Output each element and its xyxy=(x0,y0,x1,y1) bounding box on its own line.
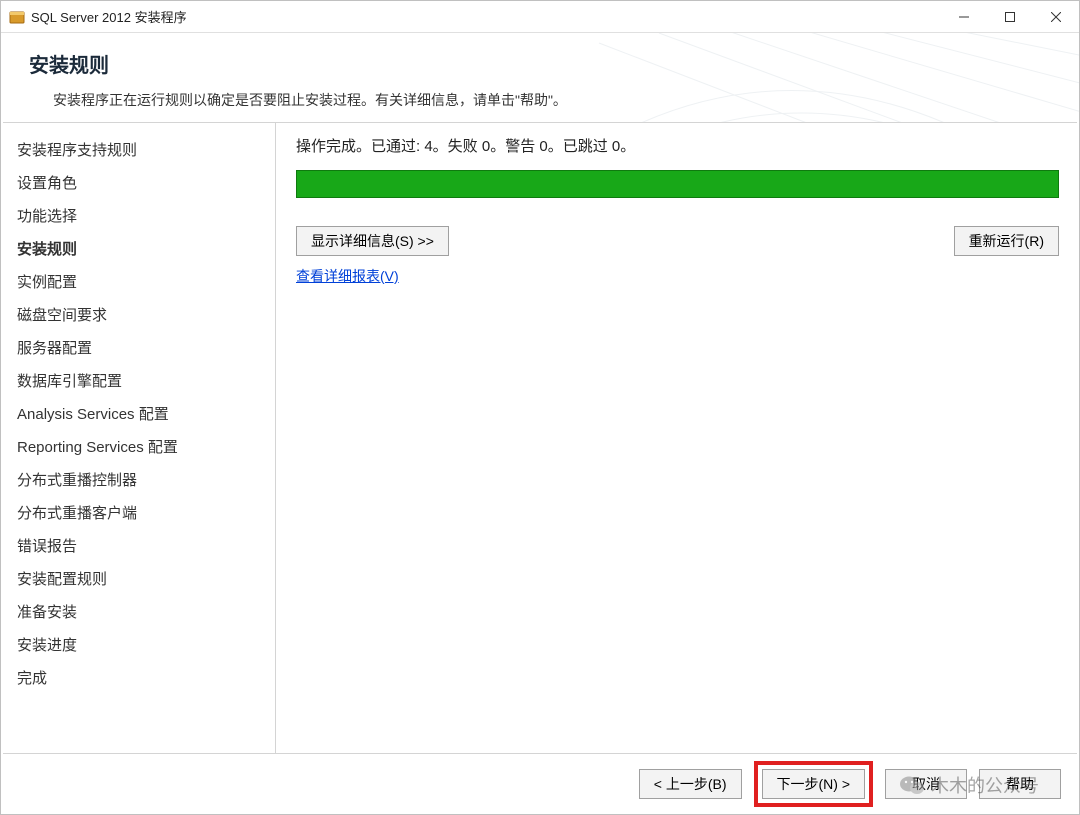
next-button[interactable]: 下一步(N) > xyxy=(762,769,866,799)
wizard-footer: < 上一步(B) 下一步(N) > 取消 帮助 xyxy=(1,754,1079,814)
wizard-step[interactable]: 分布式重播控制器 xyxy=(17,463,259,496)
view-report-link[interactable]: 查看详细报表(V) xyxy=(296,268,399,284)
rerun-button[interactable]: 重新运行(R) xyxy=(954,226,1059,256)
wizard-step[interactable]: 安装进度 xyxy=(17,628,259,661)
wizard-step[interactable]: 准备安装 xyxy=(17,595,259,628)
help-button[interactable]: 帮助 xyxy=(979,769,1061,799)
titlebar: SQL Server 2012 安装程序 xyxy=(1,1,1079,33)
wizard-steps-sidebar: 安装程序支持规则设置角色功能选择安装规则实例配置磁盘空间要求服务器配置数据库引擎… xyxy=(1,123,276,753)
window-title: SQL Server 2012 安装程序 xyxy=(31,7,187,26)
details-button-row: 显示详细信息(S) >> 重新运行(R) xyxy=(296,226,1059,256)
wizard-step[interactable]: 错误报告 xyxy=(17,529,259,562)
wizard-step[interactable]: 完成 xyxy=(17,661,259,694)
back-button[interactable]: < 上一步(B) xyxy=(639,769,742,799)
show-details-button[interactable]: 显示详细信息(S) >> xyxy=(296,226,449,256)
wizard-step[interactable]: 磁盘空间要求 xyxy=(17,298,259,331)
page-header: 安装规则 安装程序正在运行规则以确定是否要阻止安装过程。有关详细信息，请单击"帮… xyxy=(1,33,1079,122)
wizard-step[interactable]: 数据库引擎配置 xyxy=(17,364,259,397)
cancel-button[interactable]: 取消 xyxy=(885,769,967,799)
wizard-step[interactable]: 设置角色 xyxy=(17,166,259,199)
next-button-highlight: 下一步(N) > xyxy=(754,761,874,807)
wizard-step[interactable]: Reporting Services 配置 xyxy=(17,430,259,463)
app-icon xyxy=(9,9,25,25)
wizard-step[interactable]: 分布式重播客户端 xyxy=(17,496,259,529)
wizard-step[interactable]: 安装配置规则 xyxy=(17,562,259,595)
wizard-step[interactable]: 安装程序支持规则 xyxy=(17,133,259,166)
wizard-step[interactable]: 安装规则 xyxy=(17,232,259,265)
wizard-step[interactable]: Analysis Services 配置 xyxy=(17,397,259,430)
close-button[interactable] xyxy=(1033,1,1079,33)
page-title: 安装规则 xyxy=(29,49,1069,78)
body: 安装程序支持规则设置角色功能选择安装规则实例配置磁盘空间要求服务器配置数据库引擎… xyxy=(1,123,1079,753)
main-panel: 操作完成。已通过: 4。失败 0。警告 0。已跳过 0。 显示详细信息(S) >… xyxy=(276,123,1079,753)
page-subtitle: 安装程序正在运行规则以确定是否要阻止安装过程。有关详细信息，请单击"帮助"。 xyxy=(53,90,1069,110)
wizard-step[interactable]: 实例配置 xyxy=(17,265,259,298)
rules-status-text: 操作完成。已通过: 4。失败 0。警告 0。已跳过 0。 xyxy=(296,135,1059,156)
installer-window: SQL Server 2012 安装程序 xyxy=(0,0,1080,815)
wizard-step[interactable]: 功能选择 xyxy=(17,199,259,232)
maximize-button[interactable] xyxy=(987,1,1033,33)
progress-bar xyxy=(296,170,1059,198)
minimize-button[interactable] xyxy=(941,1,987,33)
wizard-step[interactable]: 服务器配置 xyxy=(17,331,259,364)
